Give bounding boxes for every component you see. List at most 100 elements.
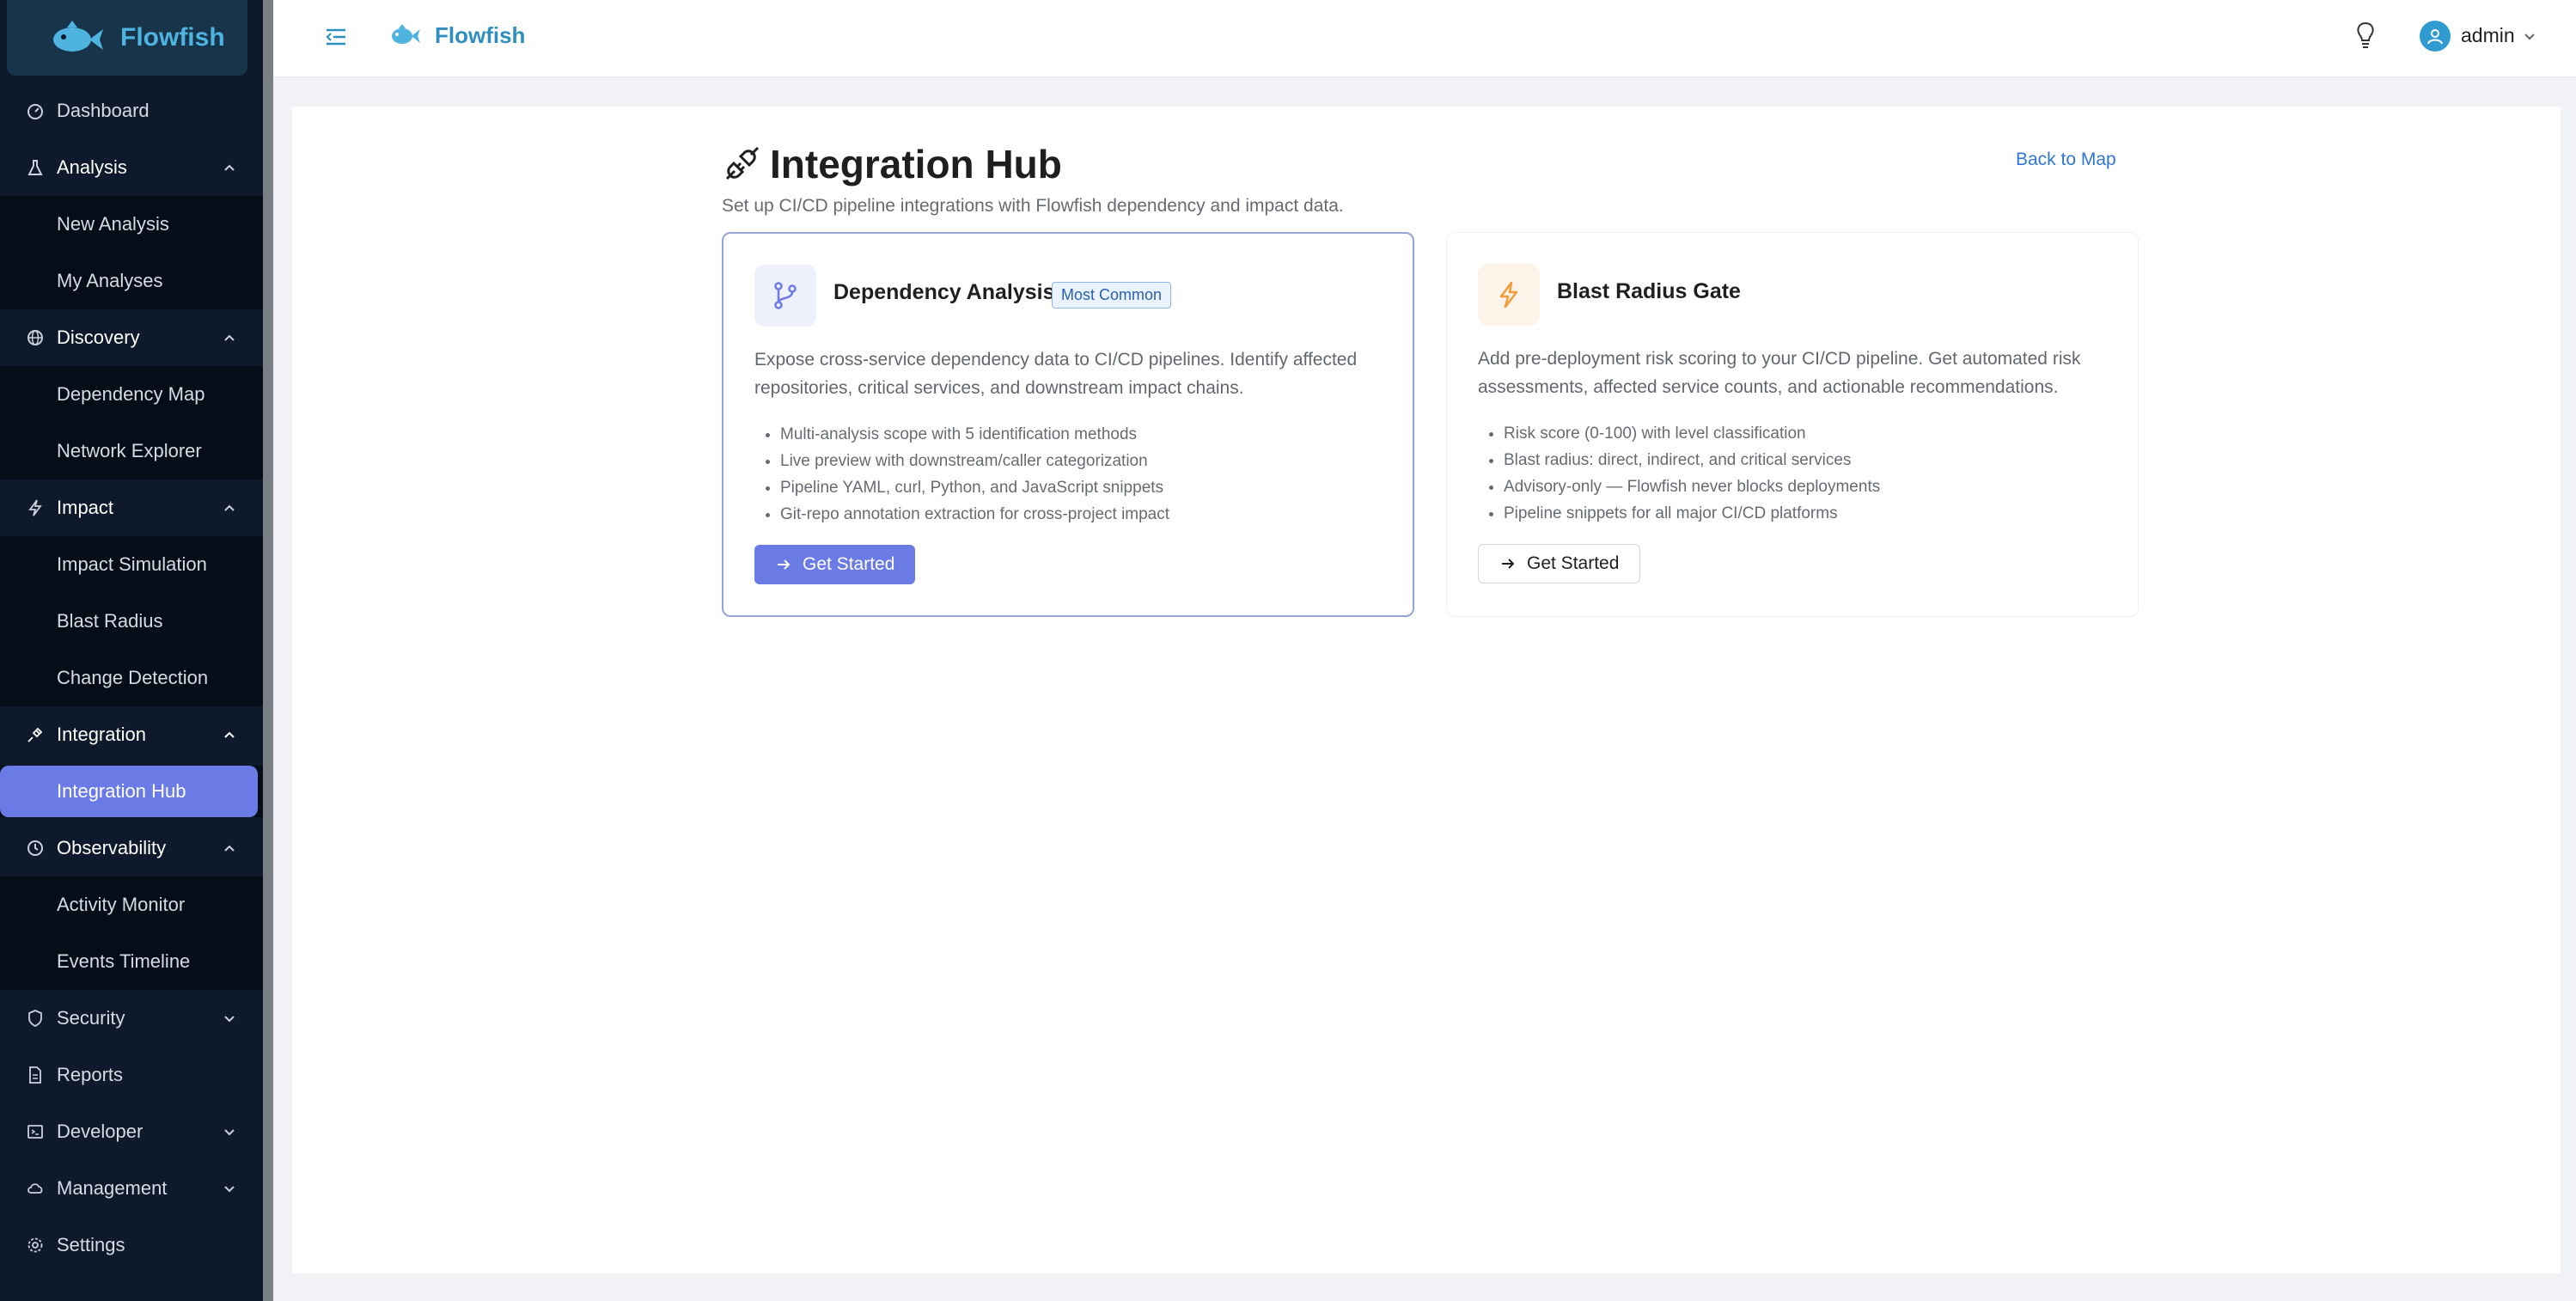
chevron-up-icon	[224, 164, 235, 171]
sidebar-item-impact[interactable]: Impact	[0, 479, 263, 536]
list-item: Pipeline YAML, curl, Python, and JavaScr…	[780, 474, 1399, 501]
list-item: Git-repo annotation extraction for cross…	[780, 501, 1399, 528]
sidebar-scrollbar[interactable]	[263, 0, 273, 1301]
sidebar-item-label: Security	[57, 1007, 125, 1029]
lightning-icon	[1499, 281, 1518, 308]
sidebar-item-dashboard[interactable]: Dashboard	[0, 82, 263, 139]
sidebar-item-label: Discovery	[57, 327, 140, 348]
lightbulb-icon[interactable]	[2353, 21, 2378, 50]
flask-icon	[26, 158, 45, 177]
card-description: Add pre-deployment risk scoring to your …	[1478, 349, 2081, 397]
feature-list: Multi-analysis scope with 5 identificati…	[780, 421, 1399, 528]
chevron-down-icon	[224, 1016, 235, 1023]
sidebar-item-integration[interactable]: Integration	[0, 706, 263, 763]
get-started-button[interactable]: Get Started	[1478, 544, 1641, 583]
sidebar-item-label: Network Explorer	[57, 440, 202, 461]
top-header: Flowfish admin	[273, 0, 2576, 77]
document-icon	[26, 1066, 45, 1084]
sidebar-item-label: Developer	[57, 1121, 143, 1142]
sidebar: Flowfish Dashboard Analysis New Analysis…	[0, 0, 263, 1301]
list-item: Live preview with downstream/caller cate…	[780, 448, 1399, 474]
sidebar-item-label: Activity Monitor	[57, 894, 186, 915]
sidebar-item-label: Events Timeline	[57, 950, 191, 972]
sidebar-item-analysis[interactable]: Analysis	[0, 139, 263, 196]
sidebar-item-label: Blast Radius	[57, 610, 163, 632]
sidebar-item-new-analysis[interactable]: New Analysis	[0, 196, 263, 253]
button-label: Get Started	[1527, 553, 1620, 573]
card-icon-box	[1478, 264, 1540, 326]
sidebar-item-discovery[interactable]: Discovery	[0, 309, 263, 366]
sidebar-item-label: Observability	[57, 837, 167, 858]
branch-icon	[774, 282, 797, 309]
chevron-down-icon	[224, 1129, 235, 1136]
user-name[interactable]: admin	[2461, 24, 2515, 47]
sidebar-item-label: Reports	[57, 1064, 124, 1085]
most-common-badge: Most Common	[1052, 282, 1172, 308]
back-to-map-link[interactable]: Back to Map	[2016, 150, 2116, 170]
sidebar-item-label: Analysis	[57, 156, 127, 178]
sidebar-item-events-timeline[interactable]: Events Timeline	[0, 933, 263, 990]
arrow-right-icon	[1502, 559, 1515, 569]
gear-icon	[26, 1236, 45, 1255]
card-description: Expose cross-service dependency data to …	[754, 350, 1358, 398]
sidebar-item-label: Impact	[57, 497, 114, 518]
sidebar-item-security[interactable]: Security	[0, 990, 263, 1047]
sidebar-item-management[interactable]: Management	[0, 1160, 263, 1217]
clock-icon	[26, 839, 45, 858]
sidebar-item-label: Management	[57, 1177, 168, 1199]
brand-name: Flowfish	[120, 23, 225, 52]
list-item: Advisory-only — Flowfish never blocks de…	[1504, 473, 2122, 500]
sidebar-item-reports[interactable]: Reports	[0, 1047, 263, 1103]
list-item: Risk score (0-100) with level classifica…	[1504, 420, 2122, 447]
submenu-impact: Impact Simulation Blast Radius Change De…	[0, 536, 263, 706]
page-subtitle: Set up CI/CD pipeline integrations with …	[722, 196, 1344, 216]
list-item: Pipeline snippets for all major CI/CD pl…	[1504, 500, 2122, 527]
sidebar-item-label: New Analysis	[57, 213, 169, 235]
feature-list: Risk score (0-100) with level classifica…	[1504, 420, 2122, 527]
sidebar-item-observability[interactable]: Observability	[0, 820, 263, 876]
sidebar-brand[interactable]: Flowfish	[7, 0, 247, 76]
page-title: Integration Hub	[770, 142, 1062, 186]
cloud-icon	[26, 1179, 45, 1198]
sidebar-item-my-analyses[interactable]: My Analyses	[0, 253, 263, 309]
card-blast-radius-gate[interactable]: Blast Radius Gate Add pre-deployment ris…	[1446, 232, 2139, 617]
shield-icon	[26, 1009, 45, 1028]
sidebar-item-label: Impact Simulation	[57, 553, 207, 575]
submenu-analysis: New Analysis My Analyses	[0, 196, 263, 309]
globe-icon	[26, 328, 45, 347]
sidebar-item-impact-simulation[interactable]: Impact Simulation	[0, 536, 263, 593]
sidebar-item-label: Settings	[57, 1234, 125, 1255]
dashboard-icon	[26, 101, 45, 120]
sidebar-item-blast-radius[interactable]: Blast Radius	[0, 593, 263, 650]
card-icon-box	[754, 265, 816, 327]
sidebar-item-change-detection[interactable]: Change Detection	[0, 650, 263, 706]
arrow-right-icon	[778, 559, 791, 570]
sidebar-item-settings[interactable]: Settings	[0, 1217, 263, 1274]
chevron-up-icon	[224, 504, 235, 511]
avatar[interactable]	[2420, 21, 2451, 52]
main-content: Integration Hub Set up CI/CD pipeline in…	[292, 107, 2561, 1274]
sidebar-item-label: Dashboard	[57, 100, 150, 121]
page-title-row: Integration Hub	[722, 141, 1062, 187]
submenu-integration: Integration Hub	[0, 766, 263, 817]
menu-fold-icon[interactable]	[323, 24, 349, 50]
plug-icon	[26, 725, 45, 744]
get-started-button[interactable]: Get Started	[754, 545, 916, 584]
sidebar-item-integration-hub[interactable]: Integration Hub	[0, 766, 258, 817]
lightning-icon	[26, 498, 45, 517]
sidebar-item-developer[interactable]: Developer	[0, 1103, 263, 1160]
chevron-down-icon[interactable]	[2523, 29, 2536, 43]
chevron-up-icon	[224, 731, 235, 738]
card-dependency-analysis[interactable]: Dependency Analysis Most Common Expose c…	[722, 232, 1414, 617]
sidebar-item-activity-monitor[interactable]: Activity Monitor	[0, 876, 263, 933]
sidebar-item-network-explorer[interactable]: Network Explorer	[0, 423, 263, 479]
sidebar-menu: Dashboard Analysis New Analysis My Analy…	[0, 82, 263, 1274]
fish-logo-icon	[53, 21, 103, 52]
plug-icon	[725, 146, 760, 180]
list-item: Blast radius: direct, indirect, and crit…	[1504, 447, 2122, 473]
submenu-discovery: Dependency Map Network Explorer	[0, 366, 263, 479]
sidebar-item-dependency-map[interactable]: Dependency Map	[0, 366, 263, 423]
card-title: Blast Radius Gate	[1557, 279, 1741, 303]
list-item: Multi-analysis scope with 5 identificati…	[780, 421, 1399, 448]
submenu-observability: Activity Monitor Events Timeline	[0, 876, 263, 990]
